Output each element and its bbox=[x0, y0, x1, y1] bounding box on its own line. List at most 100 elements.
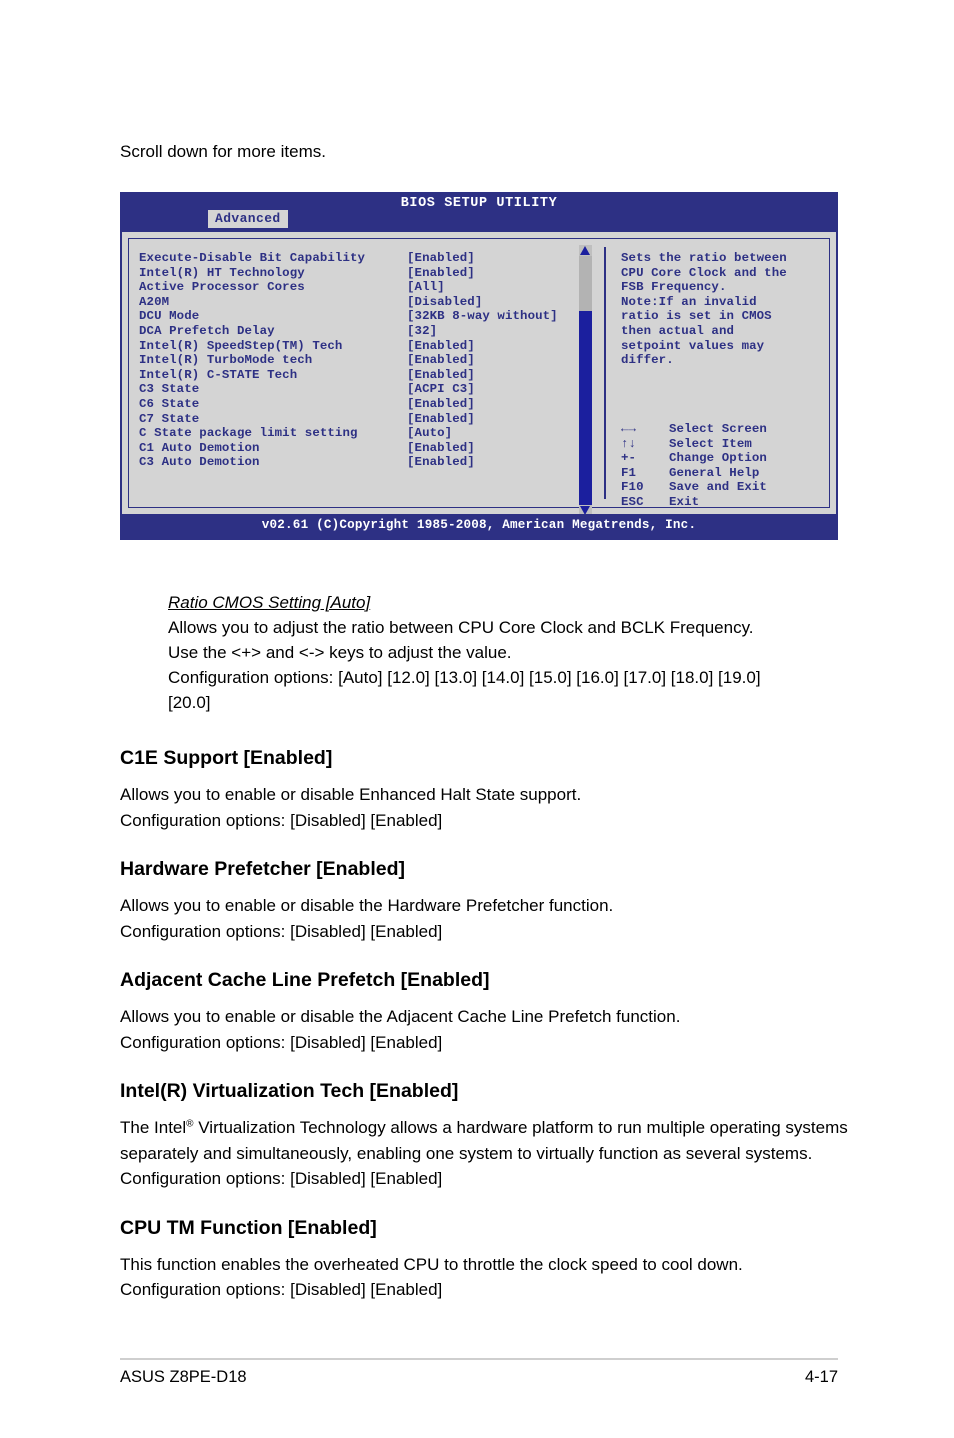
setting-row[interactable]: DCU Mode [32KB 8-way without] bbox=[139, 309, 579, 324]
legend-row: +- Change Option bbox=[621, 451, 767, 466]
settings-list: Execute-Disable Bit Capability [Enabled] I… bbox=[139, 251, 579, 470]
section-body-line: Allows you to enable or disable the Adja… bbox=[120, 1007, 681, 1026]
ratio-cmos-line: Allows you to adjust the ratio between C… bbox=[168, 618, 754, 637]
section-body-line: Allows you to enable or disable the Hard… bbox=[120, 896, 614, 915]
setting-row[interactable]: Intel(R) SpeedStep(TM) Tech [Enabled] bbox=[139, 339, 579, 354]
setting-row[interactable]: C3 Auto Demotion [Enabled] bbox=[139, 455, 579, 470]
legend-description: Save and Exit bbox=[669, 480, 767, 495]
manual-section: Adjacent Cache Line Prefetch [Enabled] Al… bbox=[120, 968, 848, 1055]
section-body: The Intel® Virtualization Technology all… bbox=[120, 1115, 848, 1192]
setting-value[interactable]: [Disabled] bbox=[407, 295, 579, 310]
help-text-line: then actual and bbox=[621, 323, 735, 338]
setting-value[interactable]: [Enabled] bbox=[407, 251, 579, 266]
setting-value[interactable]: [Enabled] bbox=[407, 368, 579, 383]
legend-key: F10 bbox=[621, 480, 644, 495]
legend-row: F10 Save and Exit bbox=[621, 480, 767, 495]
section-heading: Hardware Prefetcher [Enabled] bbox=[120, 858, 406, 880]
setting-label: Intel(R) C-STATE Tech bbox=[139, 367, 298, 382]
setting-value[interactable]: [32] bbox=[407, 324, 579, 339]
setting-label: C State package limit setting bbox=[139, 426, 358, 441]
manual-section: Hardware Prefetcher [Enabled] Allows you … bbox=[120, 857, 848, 944]
setting-row[interactable]: C6 State [Enabled] bbox=[139, 397, 579, 412]
manual-section: CPU TM Function [Enabled] This function e… bbox=[120, 1216, 848, 1303]
setting-row[interactable]: Execute-Disable Bit Capability [Enabled] bbox=[139, 251, 579, 266]
legend-key: +- bbox=[621, 451, 637, 466]
setting-row[interactable]: C3 State [ACPI C3] bbox=[139, 382, 579, 397]
setting-label: C3 State bbox=[139, 382, 200, 397]
setting-row[interactable]: C1 Auto Demotion [Enabled] bbox=[139, 441, 579, 456]
setting-value[interactable]: [Enabled] bbox=[407, 397, 579, 412]
footer-model: ASUS Z8PE-D18 bbox=[120, 1368, 247, 1386]
setting-label: C6 State bbox=[139, 396, 200, 411]
section-body-line: Configuration options: [Disabled] [Enabl… bbox=[120, 810, 443, 830]
setting-row[interactable]: Intel(R) HT Technology [Enabled] bbox=[139, 266, 579, 281]
setting-value[interactable]: [Auto] bbox=[407, 426, 579, 441]
ratio-cmos-line: Configuration options: [Auto] [12.0] [13… bbox=[168, 668, 761, 687]
setting-label: C1 Auto Demotion bbox=[139, 440, 260, 455]
setting-value[interactable]: [ACPI C3] bbox=[407, 382, 579, 397]
setting-row[interactable]: Intel(R) TurboMode tech [Enabled] bbox=[139, 353, 579, 368]
setting-value[interactable]: [Enabled] bbox=[407, 266, 579, 281]
section-body: Allows you to enable or disable Enhanced… bbox=[120, 782, 848, 833]
legend-key: F1 bbox=[621, 465, 637, 480]
setting-value[interactable]: [Enabled] bbox=[407, 441, 579, 456]
help-text-line: FSB Frequency. bbox=[621, 280, 727, 295]
manual-section: Intel(R) Virtualization Tech [Enabled] Th… bbox=[120, 1079, 848, 1192]
setting-row[interactable]: C State package limit setting [Auto] bbox=[139, 426, 579, 441]
setting-label: Intel(R) TurboMode tech bbox=[139, 353, 313, 368]
setting-label: DCU Mode bbox=[139, 309, 200, 324]
setting-label: C3 Auto Demotion bbox=[139, 455, 260, 470]
legend-key: ESC bbox=[621, 494, 644, 509]
bios-body: Execute-Disable Bit Capability [Enabled] I… bbox=[120, 229, 838, 516]
panel-divider bbox=[604, 247, 606, 499]
setting-row[interactable]: Active Processor Cores [All] bbox=[139, 280, 579, 295]
legend-description: General Help bbox=[669, 465, 760, 480]
manual-page: Scroll down for more items. BIOS SETUP U… bbox=[0, 0, 954, 1438]
section-heading: Adjacent Cache Line Prefetch [Enabled] bbox=[120, 969, 490, 991]
help-text-line: CPU Core Clock and the bbox=[621, 265, 787, 280]
setting-row[interactable]: A20M [Disabled] bbox=[139, 295, 579, 310]
section-body-line: Allows you to enable or disable Enhanced… bbox=[120, 785, 582, 804]
section-body-line: This function enables the overheated CPU… bbox=[120, 1254, 743, 1274]
setting-label: Active Processor Cores bbox=[139, 280, 305, 295]
footer-divider bbox=[120, 1358, 838, 1360]
section-body-line: Configuration options: [Disabled] [Enabl… bbox=[120, 921, 443, 941]
help-text-line: setpoint values may bbox=[621, 338, 765, 353]
registered-trademark-icon: ® bbox=[186, 1118, 194, 1130]
legend-row: ESC Exit bbox=[621, 495, 767, 510]
intro-text: Scroll down for more items. bbox=[120, 142, 326, 161]
help-text-line: ratio is set in CMOS bbox=[621, 309, 772, 324]
setting-value[interactable]: [Enabled] bbox=[407, 412, 579, 427]
legend-description: Select Screen bbox=[669, 422, 767, 436]
scroll-up-arrow[interactable] bbox=[579, 245, 592, 256]
tab-advanced[interactable]: Advanced bbox=[208, 210, 288, 228]
ratio-cmos-line: Use the <+> and <-> keys to adjust the v… bbox=[168, 643, 512, 662]
section-body-line: Configuration options: [Disabled] [Enabl… bbox=[120, 1280, 443, 1299]
setting-value[interactable]: [32KB 8-way without] bbox=[407, 309, 579, 324]
setting-value[interactable]: [Enabled] bbox=[407, 455, 579, 470]
setting-value[interactable]: [Enabled] bbox=[407, 353, 579, 368]
ratio-cmos-heading: Ratio CMOS Setting [Auto] bbox=[168, 593, 371, 612]
section-body-line: Configuration options: [Disabled] [Enabl… bbox=[120, 1032, 443, 1052]
section-body-text: Virtualization Technology allows a hardw… bbox=[120, 1118, 848, 1188]
manual-section: C1E Support [Enabled] Allows you to enabl… bbox=[120, 746, 848, 833]
help-panel: Sets the ratio between CPU Core Clock and… bbox=[621, 251, 823, 368]
section-body: Allows you to enable or disable the Adja… bbox=[120, 1004, 848, 1055]
ratio-cmos-block: Ratio CMOS Setting [Auto] Allows you to … bbox=[168, 590, 848, 715]
legend-row: ↑↓ Select Item bbox=[621, 437, 767, 452]
ratio-cmos-lines: Allows you to adjust the ratio between C… bbox=[168, 615, 848, 715]
legend-key: ↑↓ bbox=[621, 436, 637, 451]
setting-row[interactable]: Intel(R) C-STATE Tech [Enabled] bbox=[139, 368, 579, 383]
setting-row[interactable]: C7 State [Enabled] bbox=[139, 412, 579, 427]
setting-label: C7 State bbox=[139, 411, 200, 426]
setting-value[interactable]: [Enabled] bbox=[407, 339, 579, 354]
setting-label: Intel(R) SpeedStep(TM) Tech bbox=[139, 338, 343, 353]
setting-row[interactable]: DCA Prefetch Delay [32] bbox=[139, 324, 579, 339]
scrollbar-track[interactable] bbox=[579, 256, 592, 505]
scrollbar-thumb[interactable] bbox=[579, 256, 592, 311]
bios-footer-bar: v02.61 (C)Copyright 1985-2008, American … bbox=[120, 514, 838, 540]
settings-scrollbar[interactable] bbox=[579, 245, 592, 516]
section-body: This function enables the overheated CPU… bbox=[120, 1252, 848, 1303]
setting-label: Intel(R) HT Technology bbox=[139, 265, 305, 280]
setting-value[interactable]: [All] bbox=[407, 280, 579, 295]
